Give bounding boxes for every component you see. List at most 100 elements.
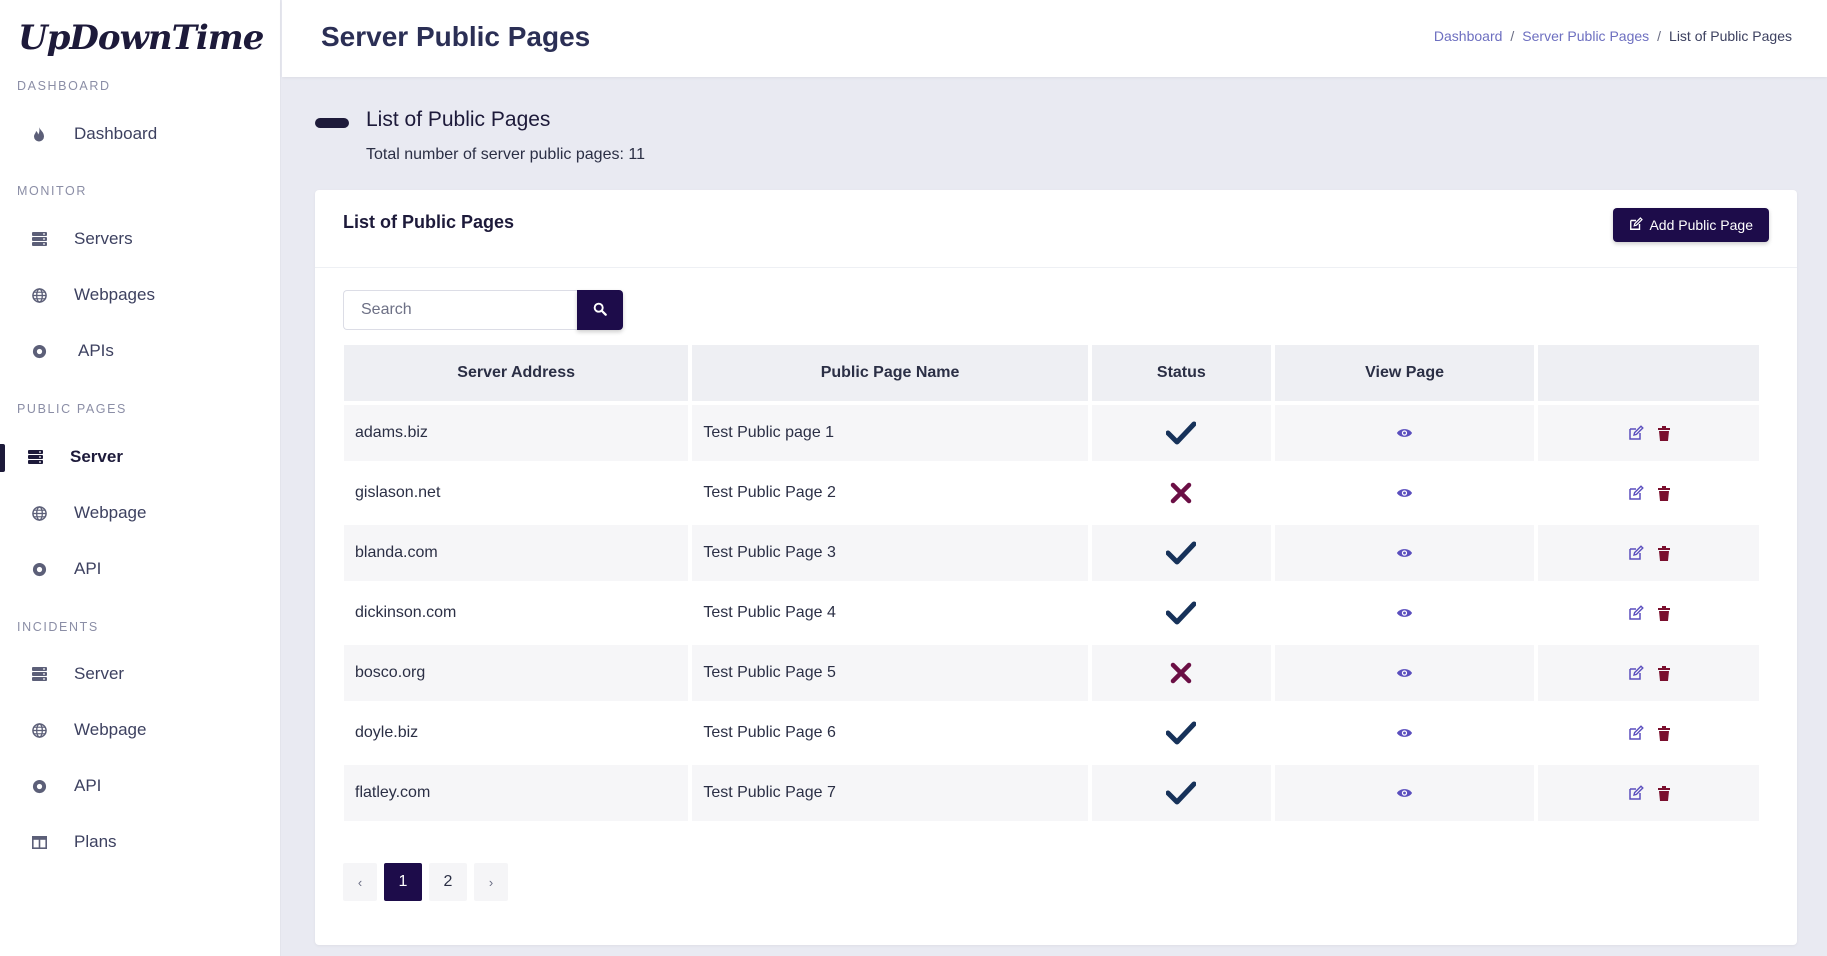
sidebar-item-apis[interactable]: APIs xyxy=(0,331,280,371)
sidebar-item-public-webpage[interactable]: Webpage xyxy=(0,493,280,533)
column-header-server-address[interactable]: Server Address xyxy=(344,345,689,401)
page-title: Server Public Pages xyxy=(321,21,591,52)
cell-actions xyxy=(1538,585,1759,641)
column-header-view-page[interactable]: View Page xyxy=(1274,345,1535,401)
table-row: flatley.com Test Public Page 7 xyxy=(344,765,1759,821)
edit-icon[interactable] xyxy=(1628,605,1644,621)
sidebar-item-incident-api[interactable]: API xyxy=(0,766,280,806)
sidebar-item-label: APIs xyxy=(78,341,114,360)
cell-actions xyxy=(1538,645,1759,701)
cell-public-page-name: Test Public Page 4 xyxy=(692,585,1088,641)
public-pages-table: Server Address Public Page Name Status V… xyxy=(340,341,1763,825)
globe-icon xyxy=(31,722,47,738)
sidebar-item-incident-webpage[interactable]: Webpage xyxy=(0,710,280,750)
table-row: blanda.com Test Public Page 3 xyxy=(344,525,1759,581)
column-header-actions xyxy=(1538,345,1759,401)
sidebar-item-label: API xyxy=(74,776,102,795)
table-row: adams.biz Test Public page 1 xyxy=(344,405,1759,461)
check-icon xyxy=(1166,421,1197,445)
view-page-eye-icon[interactable] xyxy=(1396,487,1413,499)
trash-icon[interactable] xyxy=(1657,605,1670,621)
card-header: List of Public Pages Add Public Page xyxy=(315,190,1797,268)
pagination-next[interactable]: › xyxy=(474,863,508,901)
trash-icon[interactable] xyxy=(1657,485,1670,501)
pagination-page-1[interactable]: 1 xyxy=(384,863,422,901)
globe-icon xyxy=(31,505,47,521)
section-label-monitor: MONITOR xyxy=(17,184,87,198)
sidebar-item-label: API xyxy=(74,559,102,578)
view-page-eye-icon[interactable] xyxy=(1396,667,1413,679)
edit-icon[interactable] xyxy=(1628,485,1644,501)
cell-actions xyxy=(1538,765,1759,821)
sidebar-item-webpages[interactable]: Webpages xyxy=(0,275,280,315)
cell-status xyxy=(1091,525,1271,581)
table-row: bosco.org Test Public Page 5 xyxy=(344,645,1759,701)
column-header-public-page-name[interactable]: Public Page Name xyxy=(692,345,1088,401)
cell-public-page-name: Test Public Page 5 xyxy=(692,645,1088,701)
cell-public-page-name: Test Public Page 6 xyxy=(692,705,1088,761)
sidebar-item-public-api[interactable]: API xyxy=(0,549,280,589)
cross-icon xyxy=(1170,482,1192,504)
edit-icon[interactable] xyxy=(1628,545,1644,561)
sidebar-item-dashboard[interactable]: Dashboard xyxy=(0,114,280,154)
trash-icon[interactable] xyxy=(1657,785,1670,801)
edit-icon[interactable] xyxy=(1628,665,1644,681)
cell-status xyxy=(1091,405,1271,461)
sidebar-item-label: Webpage xyxy=(74,720,147,739)
sidebar: UpDownTime DASHBOARD Dashboard MONITOR S… xyxy=(0,0,281,956)
record-icon xyxy=(31,778,47,794)
pagination-page-2[interactable]: 2 xyxy=(429,863,467,901)
cell-view-page xyxy=(1274,405,1535,461)
search-icon xyxy=(593,302,607,319)
sidebar-item-label: Servers xyxy=(74,229,133,248)
edit-icon[interactable] xyxy=(1628,725,1644,741)
view-page-eye-icon[interactable] xyxy=(1396,727,1413,739)
record-icon xyxy=(31,561,47,577)
cell-status xyxy=(1091,645,1271,701)
breadcrumb-server-public-pages[interactable]: Server Public Pages xyxy=(1522,28,1649,44)
check-icon xyxy=(1166,721,1197,745)
app-logo[interactable]: UpDownTime xyxy=(18,18,264,58)
sidebar-item-incident-server[interactable]: Server xyxy=(0,654,280,694)
table-body: adams.biz Test Public page 1 gislason.ne… xyxy=(344,405,1759,821)
breadcrumb-separator: / xyxy=(1510,28,1515,44)
edit-icon[interactable] xyxy=(1628,425,1644,441)
edit-icon xyxy=(1629,216,1644,234)
cell-server-address: doyle.biz xyxy=(344,705,689,761)
trash-icon[interactable] xyxy=(1657,545,1670,561)
fire-icon xyxy=(31,126,47,142)
section-label-dashboard: DASHBOARD xyxy=(17,79,111,93)
view-page-eye-icon[interactable] xyxy=(1396,787,1413,799)
top-header: Server Public Pages Dashboard / Server P… xyxy=(282,0,1827,77)
sidebar-item-servers[interactable]: Servers xyxy=(0,219,280,259)
cell-public-page-name: Test Public Page 3 xyxy=(692,525,1088,581)
sidebar-item-label: Plans xyxy=(74,832,117,851)
cell-actions xyxy=(1538,705,1759,761)
trash-icon[interactable] xyxy=(1657,665,1670,681)
view-page-eye-icon[interactable] xyxy=(1396,547,1413,559)
table-row: gislason.net Test Public Page 2 xyxy=(344,465,1759,521)
pagination-prev[interactable]: ‹ xyxy=(343,863,377,901)
edit-icon[interactable] xyxy=(1628,785,1644,801)
sidebar-item-label: Dashboard xyxy=(74,124,158,143)
cell-server-address: flatley.com xyxy=(344,765,689,821)
section-label-incidents: INCIDENTS xyxy=(17,620,99,634)
trash-icon[interactable] xyxy=(1657,425,1670,441)
sidebar-item-plans[interactable]: Plans xyxy=(0,822,280,862)
search-button[interactable] xyxy=(577,290,623,330)
sidebar-item-public-server[interactable]: Server xyxy=(0,437,280,477)
breadcrumb-dashboard[interactable]: Dashboard xyxy=(1434,28,1503,44)
view-page-eye-icon[interactable] xyxy=(1396,427,1413,439)
sidebar-item-label: Webpages xyxy=(74,285,155,304)
table-row: doyle.biz Test Public Page 6 xyxy=(344,705,1759,761)
sidebar-item-label: Webpage xyxy=(74,503,147,522)
search-input[interactable] xyxy=(343,290,577,330)
view-page-eye-icon[interactable] xyxy=(1396,607,1413,619)
cell-view-page xyxy=(1274,705,1535,761)
column-header-status[interactable]: Status xyxy=(1091,345,1271,401)
add-public-page-button[interactable]: Add Public Page xyxy=(1613,208,1769,242)
search-bar xyxy=(343,290,623,330)
server-icon xyxy=(31,231,47,247)
trash-icon[interactable] xyxy=(1657,725,1670,741)
cell-actions xyxy=(1538,525,1759,581)
